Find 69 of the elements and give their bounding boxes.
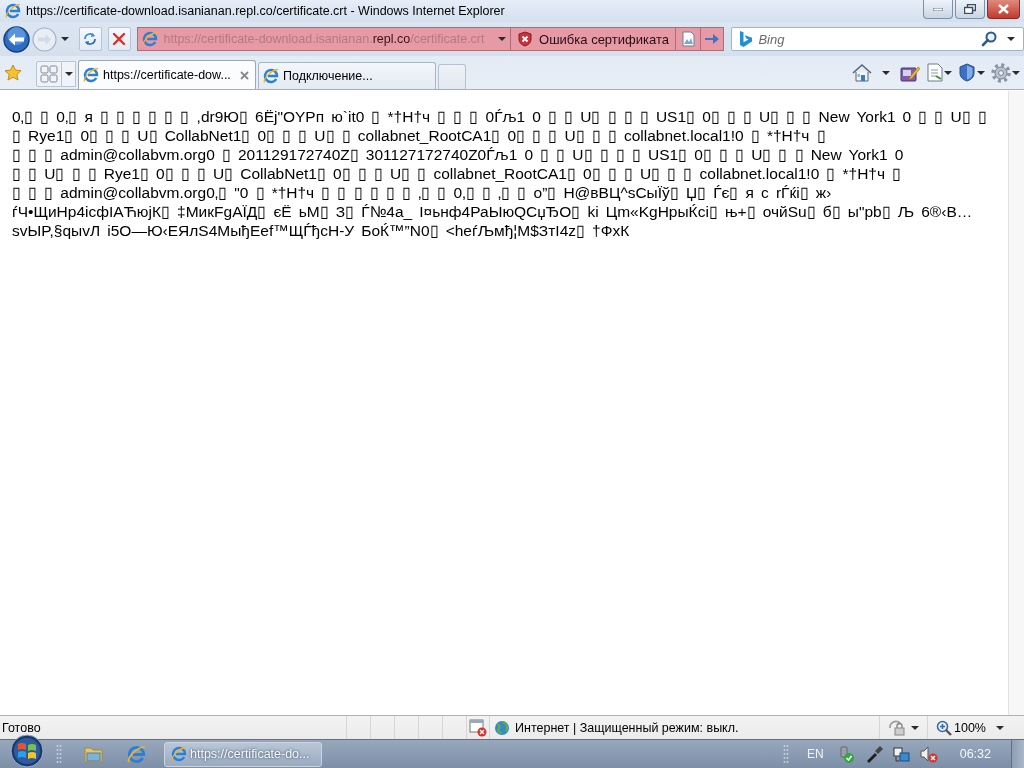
browser-icon (171, 746, 187, 762)
text-line: 0‚▯ ▯ 0‚▯ я ▯ ▯ ▯ ▯ ▯ ▯ ,dr9Ю▯ 6Ёj"ОYРп ю`it0 ▯ *†H†ч ▯ ▯ ▯ 0Ѓљ1 0 ▯ ▯ U▯ ▯ ▯ ▯ US1▯ 0▯ ▯ ▯ U▯ ▯ ▯ New York1 0 ▯ ▯ U▯ ▯ (12, 107, 988, 126)
stop-icon (111, 31, 128, 47)
browser-tab[interactable]: Подключение... (258, 62, 436, 89)
blocked-page-icon[interactable] (469, 718, 487, 737)
restore-icon (964, 4, 976, 14)
home-icon[interactable] (852, 63, 872, 82)
browser-icon (263, 68, 279, 84)
restore-button[interactable] (955, 0, 985, 19)
text-line: ▯ ▯ U▯ ▯ ▯ Rye1▯ 0▯ ▯ ▯ U▯ CollabNet1▯ 0▯ ▯ ▯ U▯ ▯ collabnet_RootCA1▯ 0▯ ▯ ▯ U▯ ▯ ▯ collabnet.local1!0 ▯ *†H†ч ▯ (12, 164, 903, 183)
caret-icon[interactable] (911, 725, 919, 730)
caret-icon[interactable] (64, 72, 73, 76)
lock-icon[interactable] (888, 719, 905, 736)
text-line: ▯ Rye1▯ 0▯ ▯ ▯ U▯ CollabNet1▯ 0▯ ▯ ▯ U▯ ▯ collabnet_RootCA1▯ 0▯ ▯ ▯ U▯ ▯ ▯ collabnet.local1!0 ▯ *†H†ч ▯ (12, 126, 827, 145)
page-picture-icon (679, 31, 696, 47)
text-line: ▯ ▯ ▯ admin@collabvm.org0 ▯ 201129172740Z▯ 301127172740Z0Ѓљ1 0 ▯ ▯ U▯ ▯ ▯ ▯ US1▯ 0▯ ▯ ▯ U▯ ▯ ▯ New York1 0 (12, 145, 905, 164)
close-icon[interactable] (240, 70, 249, 80)
caret-icon[interactable] (944, 70, 952, 75)
show-desktop-button[interactable] (1011, 740, 1024, 768)
back-button[interactable] (3, 25, 30, 53)
start-button[interactable] (10, 734, 44, 768)
network-icon[interactable] (892, 746, 910, 762)
grid-icon (40, 65, 58, 83)
caret-icon[interactable] (977, 70, 985, 75)
status-text: Готово (1, 720, 42, 735)
caret-icon[interactable] (1007, 37, 1015, 41)
shield-icon[interactable] (958, 63, 976, 82)
arrow-right-icon (704, 32, 720, 46)
gripper-icon (783, 744, 790, 764)
caret-icon[interactable] (996, 725, 1004, 730)
browser-icon (141, 31, 158, 47)
scrollbar[interactable] (1008, 91, 1024, 715)
text-line: ▯ ▯ ▯ admin@collabvm.org0‚▯ "0 ▯ *†H†ч ▯ ▯ ▯ ▯ ▯ ▯ ‚▯ ▯ 0‚▯ ▯ ‚▯ ▯ o”▯ H@вВЦ^sСыЇў▯ Џ▯ Ѓє▯ я с rЃќі▯ ж› (12, 183, 833, 202)
refresh-icon (82, 31, 99, 47)
speaker-muted-icon[interactable] (919, 745, 938, 763)
text-line: ѓЧ•ЩиНр4icфIAЋюјК▯ ‡МикFgAЇД▯ єЁ ьМ▯ З▯ Ѓ№4a_ I¤ьнф4РаЫюQCџЂO▯ ki Цm«KgНрыЌсі▯ њ+▯ очйSu▯ б▯ ы"pb▯ Љ 6®‹B… (12, 202, 974, 221)
text-line: svЫP,§qыvЛ i5O—Ю‹ЕЯлS4МыђЕef™ЩЃђсН-У БоЌ™”N0▯ <heѓЉмђ¦M$ЗтI4z▯ †ФxК (12, 221, 631, 240)
shield-icon (517, 31, 534, 47)
zone-text: Интернет | Защищенный режим: выкл. (515, 720, 739, 735)
caret-icon[interactable] (498, 37, 507, 41)
address-field[interactable]: https://certificate-download.isanianan.repl.co/certificate.crt (136, 27, 511, 51)
close-button[interactable] (987, 0, 1020, 19)
zoom-icon (936, 719, 952, 736)
refresh-button[interactable] (79, 27, 102, 51)
device-check-icon[interactable] (837, 745, 855, 763)
certificate-error-button[interactable]: Ошибка сертификата (510, 27, 675, 51)
stop-button[interactable] (107, 27, 131, 51)
search-icon[interactable] (981, 31, 997, 47)
search-field[interactable]: Bing (758, 30, 975, 48)
gripper-icon (56, 744, 62, 764)
star-icon[interactable] (4, 64, 22, 81)
tab-label: Подключение... (283, 69, 374, 83)
search-box[interactable]: Bing (731, 27, 1024, 51)
window-title: https://certificate-download.isanianan.repl.co/certificate.crt - Windows Internet Explorer (26, 4, 506, 18)
close-icon (998, 4, 1009, 14)
globe-icon (494, 719, 510, 736)
caret-icon[interactable] (1012, 70, 1020, 75)
go-button[interactable] (699, 27, 725, 51)
minimize-icon (933, 7, 943, 11)
browser-tab[interactable]: https://certificate-dow... (78, 60, 256, 89)
browser-icon (83, 67, 99, 83)
compatibility-button[interactable] (674, 27, 700, 51)
browser-icon (5, 3, 21, 19)
caret-icon[interactable] (882, 70, 890, 75)
caret-icon[interactable] (61, 37, 69, 41)
tab-label: https://certificate-dow... (103, 68, 232, 82)
page-icon[interactable] (926, 63, 943, 82)
search-engine-logo-icon (738, 31, 753, 47)
dropdown-button[interactable] (62, 61, 76, 87)
